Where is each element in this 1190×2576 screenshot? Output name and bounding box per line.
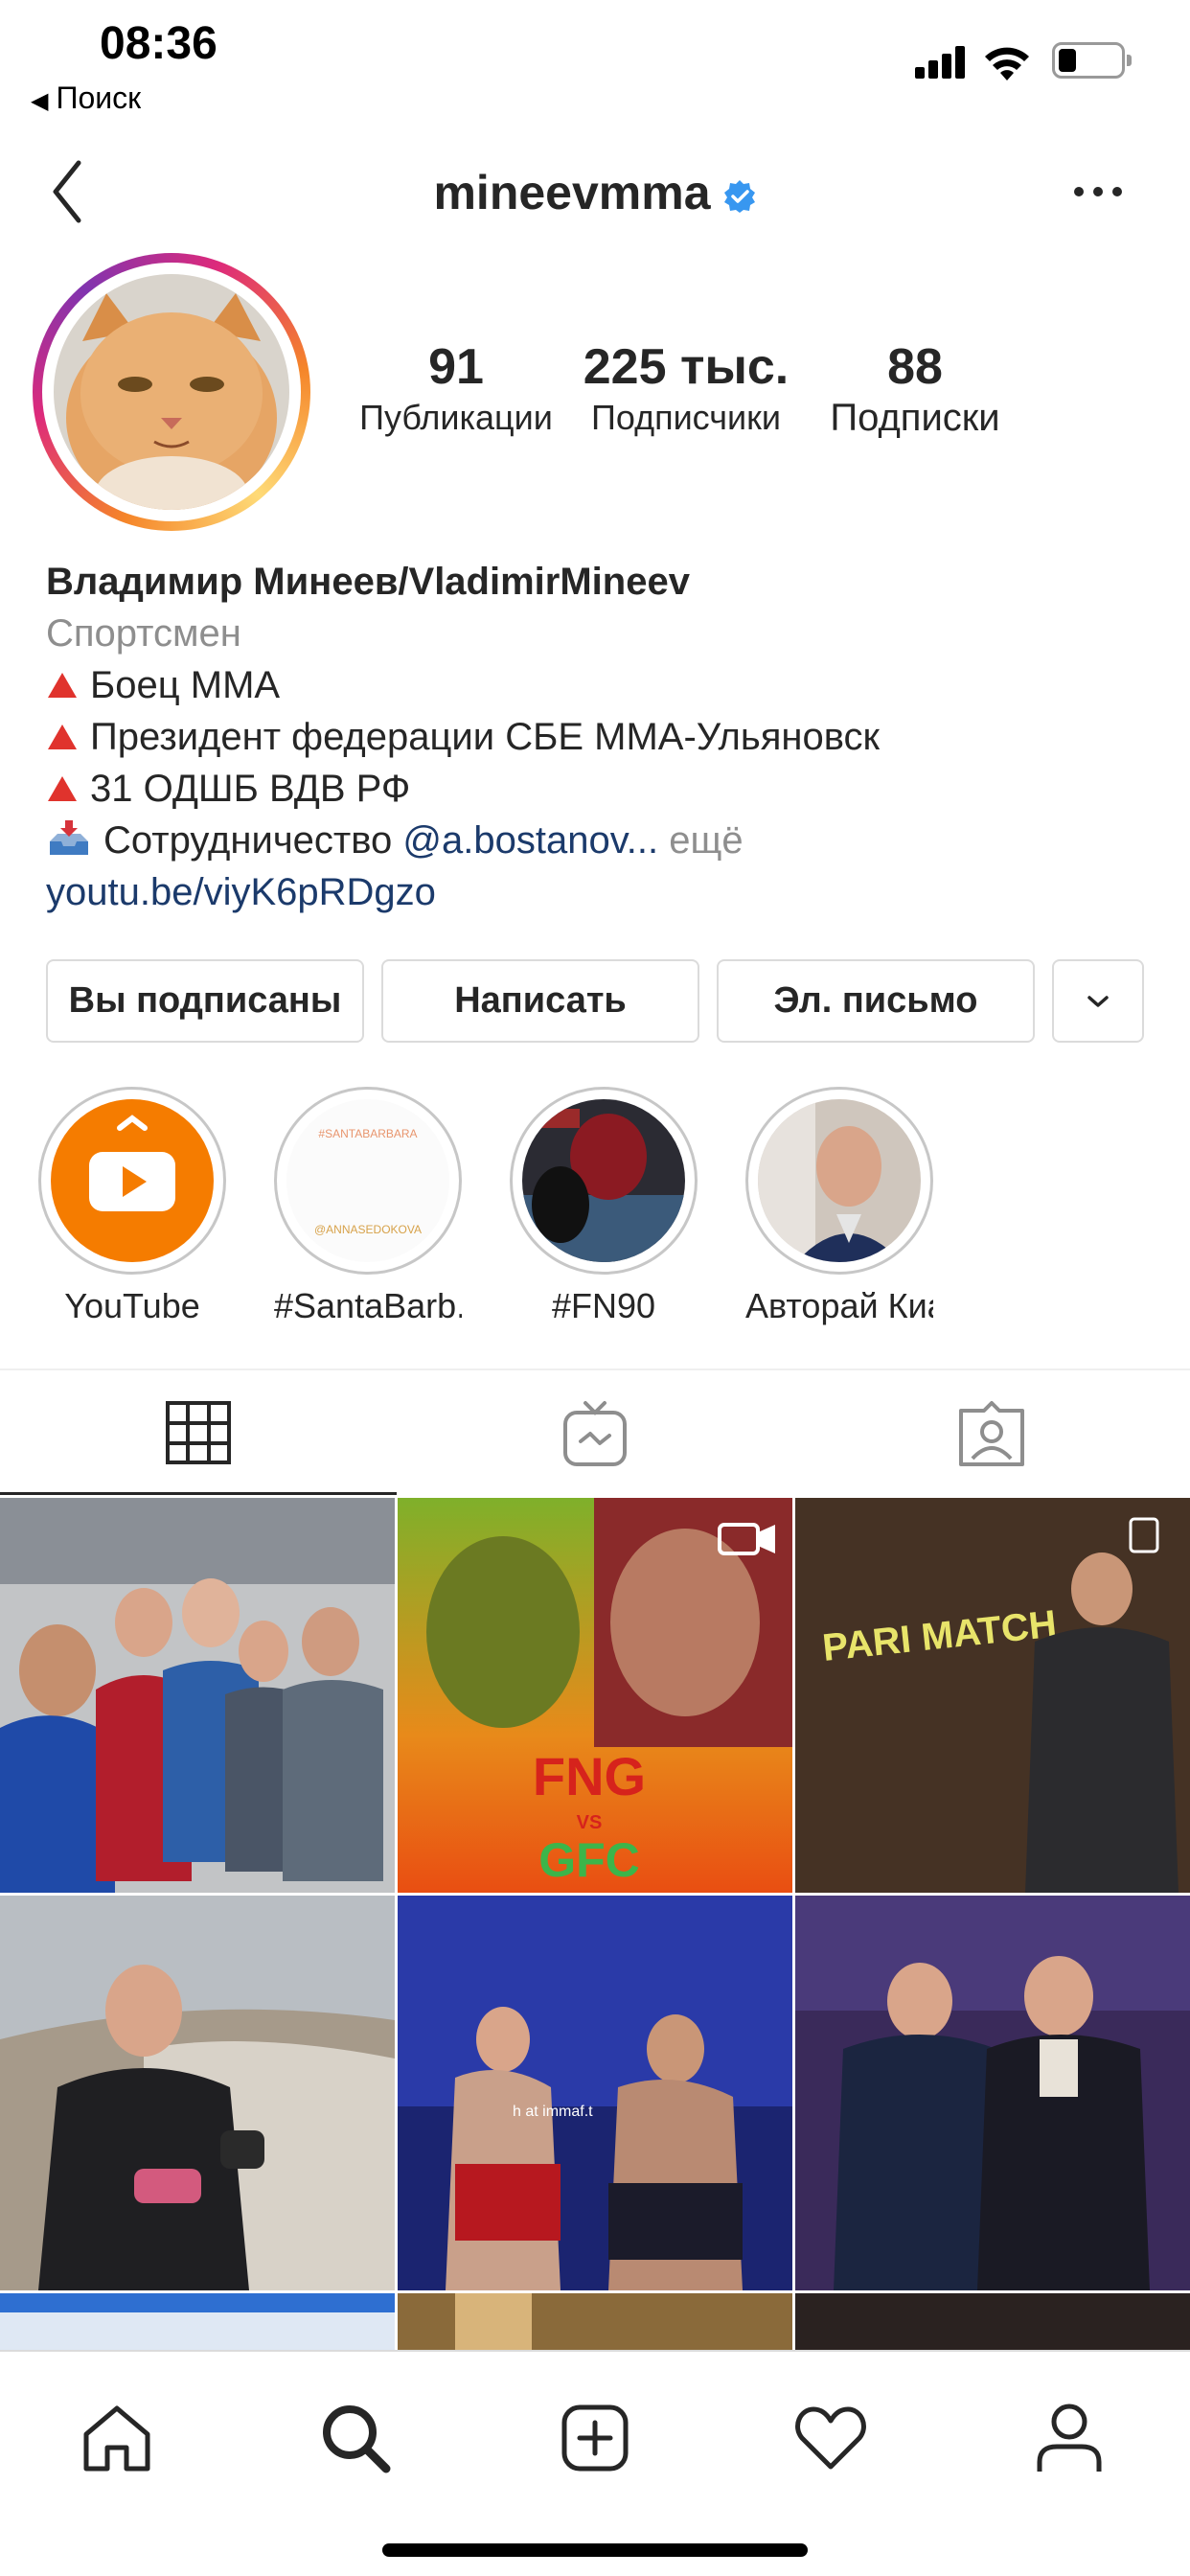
posts-grid: FNG VS GFC PARI MATCH h at immaf.t xyxy=(0,1498,1190,2351)
search-icon xyxy=(323,2405,391,2473)
post-thumbnail[interactable]: PARI MATCH xyxy=(795,1498,1190,1893)
status-bar: 08:36 ◀ Поиск xyxy=(0,0,1190,125)
following-count: 88 xyxy=(887,339,943,395)
profile-icon xyxy=(1037,2404,1102,2472)
bio-line: 31 ОДШБ ВДВ РФ xyxy=(46,763,1148,815)
highlight-cover xyxy=(758,1099,921,1262)
highlight-cover: #SANTABARBARA @ANNASEDOKOVA xyxy=(286,1099,449,1262)
profile-bio: Владимир Минеев/VladimirMineev Спортсмен… xyxy=(46,556,1148,918)
post-thumbnail[interactable]: FNG VS GFC xyxy=(398,1498,792,1893)
bio-line: Президент федерации СБЕ ММА-Ульяновск xyxy=(46,711,1148,763)
home-icon xyxy=(83,2405,150,2472)
highlight-label: #SantaBarb... xyxy=(274,1286,462,1325)
post-thumbnail[interactable] xyxy=(0,1896,395,2290)
following-button[interactable]: Вы подписаны xyxy=(46,959,364,1043)
back-triangle-icon: ◀ xyxy=(31,88,49,114)
back-to-app-link[interactable]: ◀ Поиск xyxy=(31,80,141,116)
suggested-dropdown-button[interactable] xyxy=(1052,959,1144,1043)
highlight-santabarbara[interactable]: #SANTABARBARA @ANNASEDOKOVA #SantaBarb..… xyxy=(274,1087,462,1326)
profile-full-name: Владимир Минеев/VladimirMineev xyxy=(46,561,690,603)
message-button[interactable]: Написать xyxy=(381,959,699,1043)
post-fng-text: FNG xyxy=(533,1746,646,1806)
highlight-cover xyxy=(51,1099,214,1262)
avatar-story-ring[interactable] xyxy=(33,253,310,531)
post-thumbnail[interactable]: h at immaf.t xyxy=(398,1896,792,2290)
profile-header: mineevmma xyxy=(0,144,1190,240)
nav-profile[interactable] xyxy=(1021,2390,1117,2486)
post-gfc-text: GFC xyxy=(538,1833,640,1887)
red-triangle-icon xyxy=(48,673,77,698)
post-immaf-text: h at immaf.t xyxy=(513,2104,593,2120)
cat-avatar-image xyxy=(54,274,289,510)
stat-posts[interactable]: 91 Публикации xyxy=(353,337,560,439)
followers-label: Подписчики xyxy=(590,398,782,437)
highlight-label: YouTube xyxy=(64,1286,200,1325)
highlight-avtoray-kia[interactable]: Авторай Киа xyxy=(745,1087,933,1326)
profile-category: Спортсмен xyxy=(46,612,241,655)
igtv-icon xyxy=(563,1401,627,1466)
more-dots-icon[interactable] xyxy=(1069,182,1127,201)
chevron-down-icon xyxy=(1087,995,1109,1007)
stat-followers[interactable]: 225 тыс. Подписчики xyxy=(581,337,791,439)
post-thumbnail[interactable] xyxy=(795,2293,1190,2351)
highlight-label: Авторай Киа xyxy=(745,1286,933,1325)
email-button[interactable]: Эл. письмо xyxy=(717,959,1035,1043)
battery-icon xyxy=(1052,42,1132,79)
nav-home[interactable] xyxy=(69,2390,165,2486)
username-text: mineevmma xyxy=(433,166,711,219)
highlight-label: #FN90 xyxy=(551,1286,656,1325)
verified-badge-icon xyxy=(723,179,755,213)
highlight-fn90[interactable]: #FN90 xyxy=(510,1087,698,1326)
nav-search[interactable] xyxy=(308,2390,403,2486)
highlight-santa-top: #SANTABARBARA xyxy=(318,1127,417,1140)
bio-website-link[interactable]: youtu.be/viyK6pRDgzo xyxy=(46,866,1148,918)
tab-grid[interactable] xyxy=(0,1372,397,1495)
inbox-tray-icon xyxy=(50,820,88,855)
red-triangle-icon xyxy=(48,776,77,801)
post-thumbnail[interactable] xyxy=(0,2293,395,2351)
heart-icon xyxy=(795,2406,866,2470)
red-triangle-icon xyxy=(48,724,77,749)
cellular-signal-icon xyxy=(915,46,965,79)
grid-icon xyxy=(166,1400,231,1464)
following-label: Подписки xyxy=(830,397,1000,439)
post-thumbnail[interactable] xyxy=(0,1498,395,1893)
bio-cooperation-line: Сотрудничество @a.bostanov... ещё xyxy=(46,815,1148,866)
bottom-navigation xyxy=(0,2350,1190,2576)
avatar xyxy=(54,274,289,510)
tabs-divider xyxy=(0,1368,1190,1370)
post-vs-text: VS xyxy=(577,1812,603,1833)
add-post-icon xyxy=(561,2404,629,2472)
back-app-label: Поиск xyxy=(56,80,142,115)
wifi-icon xyxy=(985,47,1029,80)
bio-line: Боец ММА xyxy=(46,659,1148,711)
posts-label: Публикации xyxy=(359,398,553,437)
youtube-icon xyxy=(51,1099,214,1262)
status-time: 08:36 xyxy=(100,18,217,69)
home-indicator[interactable] xyxy=(382,2543,808,2557)
highlight-santa-bottom: @ANNASEDOKOVA xyxy=(314,1223,422,1236)
followers-count: 225 тыс. xyxy=(583,339,790,395)
post-thumbnail[interactable] xyxy=(398,2293,792,2351)
stat-following[interactable]: 88 Подписки xyxy=(816,337,1014,439)
profile-username: mineevmma xyxy=(0,165,1190,220)
bio-more-link[interactable]: ещё xyxy=(669,819,743,862)
posts-count: 91 xyxy=(428,339,484,395)
post-thumbnail[interactable] xyxy=(795,1896,1190,2290)
mention-link[interactable]: @a.bostanov... xyxy=(402,819,658,862)
highlight-cover xyxy=(522,1099,685,1262)
highlight-youtube[interactable]: YouTube xyxy=(38,1087,226,1326)
nav-add-post[interactable] xyxy=(547,2390,643,2486)
tab-igtv[interactable] xyxy=(397,1372,793,1495)
nav-activity[interactable] xyxy=(783,2390,879,2486)
tab-tagged[interactable] xyxy=(793,1372,1190,1495)
tagged-icon xyxy=(959,1401,1024,1466)
